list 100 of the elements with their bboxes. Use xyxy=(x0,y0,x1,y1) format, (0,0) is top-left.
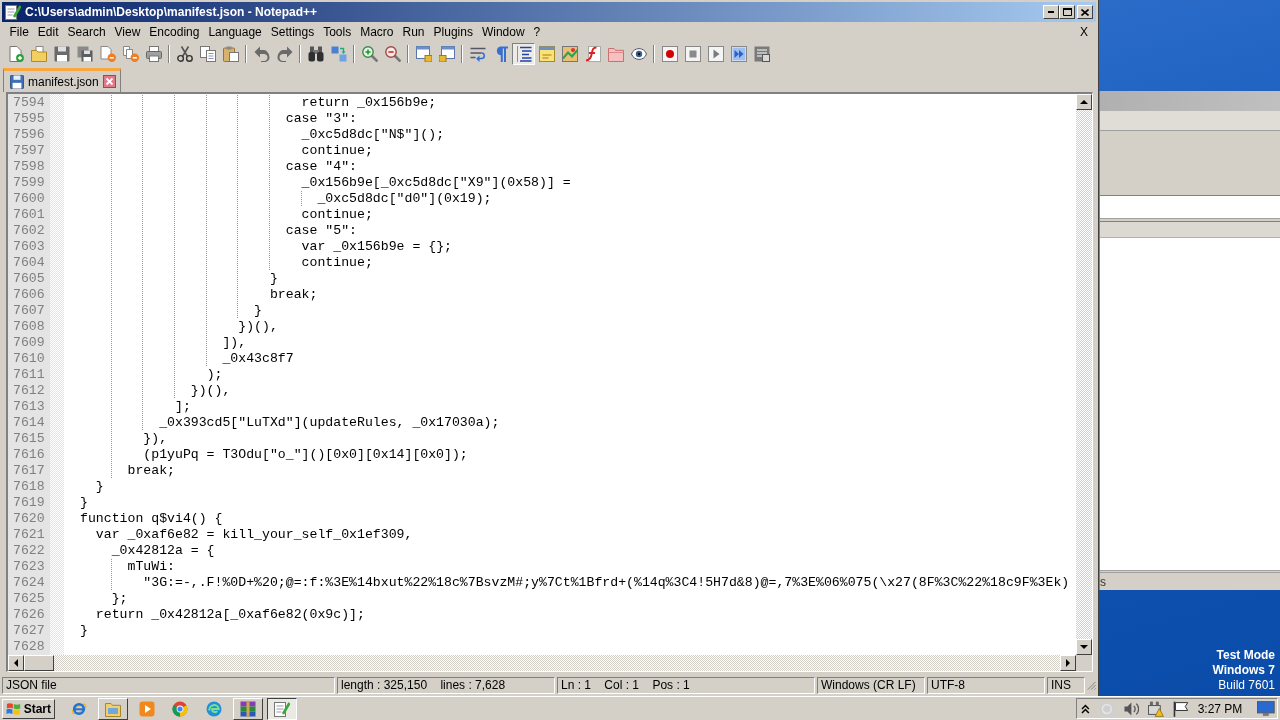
tab-label: manifest.json xyxy=(28,74,99,89)
taskbar-button[interactable] xyxy=(266,697,297,720)
code-line: }), xyxy=(143,431,168,446)
window-lock-icon xyxy=(415,46,432,62)
code-line: mTuWi: xyxy=(127,559,175,574)
line-number: 7627 xyxy=(13,623,45,638)
menu-item[interactable]: Plugins xyxy=(429,23,478,41)
test-mode-notice: Windows 7 xyxy=(1212,663,1275,678)
line-number: 7628 xyxy=(13,639,45,654)
flag-icon[interactable] xyxy=(1172,700,1189,717)
maximize-button[interactable] xyxy=(1059,5,1075,19)
menu-item[interactable]: Window xyxy=(477,23,530,41)
start-button[interactable]: Start xyxy=(2,698,55,719)
speaker-icon[interactable] xyxy=(1123,700,1140,717)
binoculars-icon xyxy=(307,46,324,62)
menu-item[interactable]: Tools xyxy=(318,23,356,41)
code-line: _0x43c8f7 xyxy=(222,351,294,366)
status-text: s xyxy=(1100,574,1106,589)
documents-minus-icon xyxy=(122,46,139,62)
double-chevron-up-icon[interactable] xyxy=(1081,703,1090,714)
status-field: Windows (CR LF) xyxy=(817,677,925,694)
line-number: 7596 xyxy=(13,127,45,142)
replace-icon xyxy=(330,46,347,62)
code-line: _0xc5d8dc["N$"](); xyxy=(301,127,445,142)
line-number: 7610 xyxy=(13,351,45,366)
menu-item[interactable]: Run xyxy=(398,23,430,41)
scroll-left-button[interactable] xyxy=(8,655,24,671)
resize-grip-icon[interactable] xyxy=(1087,680,1096,691)
menu-item[interactable]: Encoding xyxy=(144,23,204,41)
code-line: var _0xaf6e82 = kill_your_self_0x1ef309, xyxy=(95,527,413,542)
swirl-icon xyxy=(206,700,223,717)
menu-item[interactable]: Edit xyxy=(33,23,64,41)
window-title: C:\Users\admin\Desktop\manifest.json - Notepad++ xyxy=(25,5,319,19)
file-tab[interactable]: manifest.json xyxy=(3,68,121,92)
new-document-icon xyxy=(7,46,24,62)
scrollbar-corner xyxy=(1076,655,1092,671)
play-tile-icon xyxy=(138,700,155,717)
code-line: continue; xyxy=(301,255,373,270)
code-line: } xyxy=(254,303,263,318)
status-field: length : 325,150 lines : 7,628 xyxy=(337,677,555,694)
copy-icon xyxy=(199,46,216,62)
up-arrow-icon xyxy=(1080,100,1088,104)
line-number: 7616 xyxy=(13,447,45,462)
line-number: 7623 xyxy=(13,559,45,574)
text-editor[interactable] xyxy=(6,92,1093,672)
line-number: 7605 xyxy=(13,271,45,286)
clipboard-icon xyxy=(222,46,239,62)
ring-orbit-icon xyxy=(71,700,87,717)
menu-item[interactable]: Macro xyxy=(355,23,398,41)
minimize-button[interactable] xyxy=(1043,5,1059,19)
status-field: Ln : 1 Col : 1 Pos : 1 xyxy=(557,677,815,694)
map-icon xyxy=(561,46,578,62)
text-field[interactable] xyxy=(1100,195,1280,218)
test-mode-notice: Test Mode xyxy=(1216,648,1275,663)
scrollbar-thumb[interactable] xyxy=(24,655,54,671)
zoom-out-icon xyxy=(384,46,401,62)
scroll-up-button[interactable] xyxy=(1076,94,1092,110)
code-line: } xyxy=(80,495,88,510)
line-number: 7603 xyxy=(13,239,45,254)
code-line: } xyxy=(269,271,278,286)
test-mode-notice: Build 7601 xyxy=(1218,678,1275,693)
scroll-down-button[interactable] xyxy=(1076,639,1092,655)
play-icon xyxy=(707,46,724,62)
minimize-icon xyxy=(1048,11,1054,13)
line-number: 7612 xyxy=(13,383,45,398)
line-number: 7606 xyxy=(13,287,45,302)
line-number: 7597 xyxy=(13,143,45,158)
line-number: 7615 xyxy=(13,431,45,446)
line-number: 7594 xyxy=(13,95,45,110)
menu-item[interactable]: ? xyxy=(529,23,545,41)
menu-item[interactable]: Language xyxy=(203,23,267,41)
code-line: _0x156b9e[_0xc5d8dc["X9"](0x58)] = xyxy=(301,175,571,190)
menu-item[interactable]: File xyxy=(5,23,34,41)
monitor-icon[interactable] xyxy=(1257,701,1275,716)
code-line: break; xyxy=(269,287,318,302)
horizontal-scrollbar[interactable] xyxy=(8,655,1076,671)
scroll-right-button[interactable] xyxy=(1060,655,1076,671)
close-button[interactable] xyxy=(1077,5,1093,19)
waving-flag-icon xyxy=(6,701,21,716)
line-number: 7604 xyxy=(13,255,45,270)
folder-icon xyxy=(30,46,47,62)
line-number: 7607 xyxy=(13,303,45,318)
line-number: 7621 xyxy=(13,527,45,542)
close-icon[interactable] xyxy=(102,75,116,88)
menu-item[interactable]: Settings xyxy=(266,23,319,41)
clock[interactable]: 3:27 PM xyxy=(1197,701,1243,716)
left-arrow-icon xyxy=(14,659,18,667)
window-lock-icon xyxy=(438,46,455,62)
line-number: 7620 xyxy=(13,511,45,526)
vertical-scrollbar[interactable] xyxy=(1076,94,1092,655)
indent-guide-button[interactable] xyxy=(512,43,535,65)
list-window-icon xyxy=(753,46,770,62)
code-line: })(), xyxy=(190,383,231,398)
notepad-icon xyxy=(273,700,290,717)
menu-item[interactable]: Search xyxy=(63,23,111,41)
plug-warning-icon[interactable] xyxy=(1148,700,1164,717)
close-document-button[interactable]: X xyxy=(1077,23,1091,41)
menu-item[interactable]: View xyxy=(110,23,145,41)
code-line: case "5": xyxy=(285,223,357,238)
line-number: 7613 xyxy=(13,399,45,414)
